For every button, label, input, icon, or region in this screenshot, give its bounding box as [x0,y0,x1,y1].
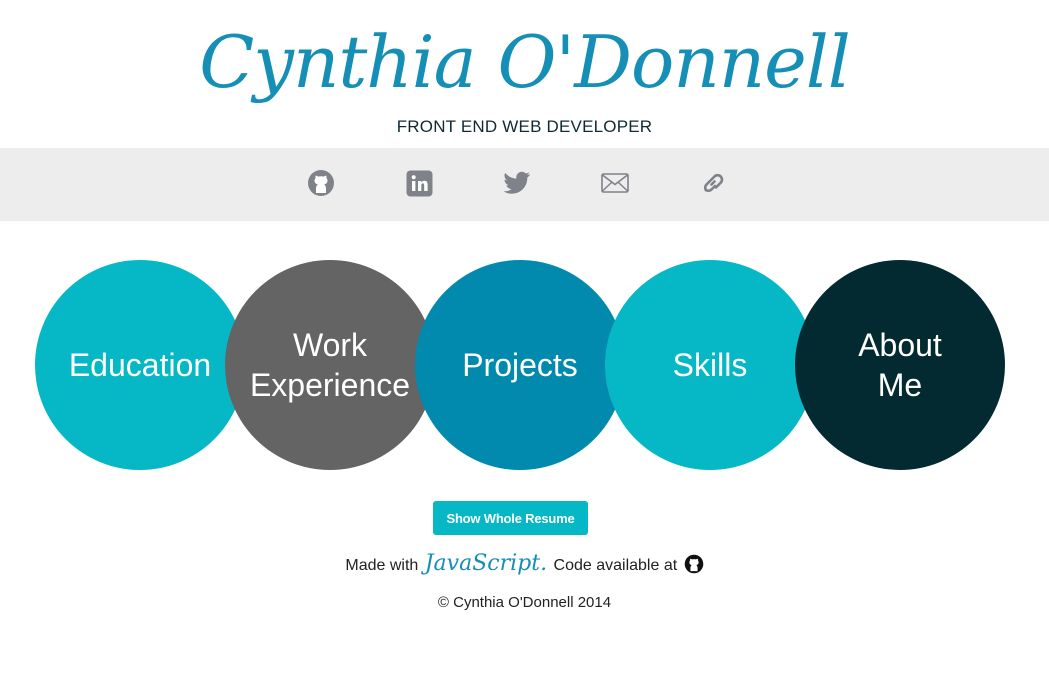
projects-label: Projects [462,347,578,383]
github-icon [308,170,334,196]
show-whole-resume-button[interactable]: Show Whole Resume [433,501,588,535]
made-with-line: Made with JavaScript. Code available at [0,548,1049,586]
portfolio-link[interactable] [698,168,728,198]
about-me-label: About Me [858,327,942,403]
twitter-link[interactable] [502,168,532,198]
email-link[interactable] [600,168,630,198]
education-circle[interactable]: Education [35,260,245,470]
twitter-icon [503,171,530,194]
linkedin-icon [406,170,432,196]
skills-circle[interactable]: Skills [605,260,815,470]
copyright: © Cynthia O'Donnell 2014 [437,594,612,611]
github-icon [684,554,703,574]
projects-circle[interactable]: Projects [415,260,625,470]
javascript-logo: JavaScript. [424,551,548,576]
education-label: Education [68,347,212,383]
github-repo-link[interactable] [684,554,704,586]
code-available-text: Code available at [553,557,678,574]
site-subtitle: FRONT END WEB DEVELOPER [396,117,653,136]
work-experience-label: Work Experience [249,327,411,403]
site-header: Cynthia O'Donnell FRONT END WEB DEVELOPE… [0,0,1049,148]
site-title: Cynthia O'Donnell [199,20,851,104]
skills-label: Skills [672,347,748,383]
about-me-circle[interactable]: About Me [795,260,1005,470]
email-icon [601,173,629,193]
github-link[interactable] [306,168,336,198]
link-icon [703,173,724,193]
work-experience-circle[interactable]: Work Experience [225,260,435,470]
made-with-text: Made with [345,557,419,574]
linkedin-link[interactable] [404,168,434,198]
